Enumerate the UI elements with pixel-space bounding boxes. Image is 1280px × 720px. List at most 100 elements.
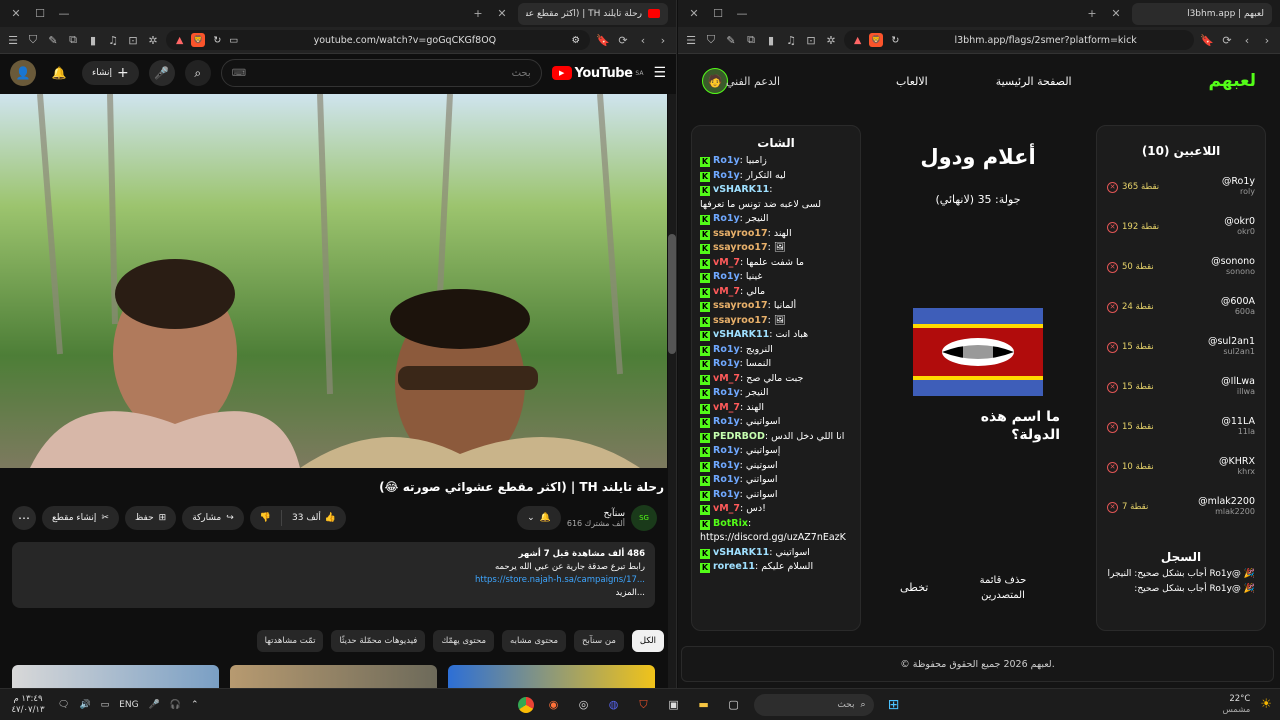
site-logo[interactable]: لعبهم (1209, 71, 1256, 91)
back-icon[interactable]: ‹ (1240, 34, 1254, 47)
brave-shield-icon[interactable]: 🦁 (869, 33, 884, 47)
puzzle-icon[interactable]: ⧉ (66, 33, 80, 47)
chat-username[interactable]: Ro1y (713, 387, 740, 398)
nav-games[interactable]: الالعاب (896, 75, 928, 88)
new-tab-icon[interactable]: + (470, 7, 486, 20)
taskbar-search[interactable]: بحث ⌕ (753, 693, 874, 716)
chat-username[interactable]: Ro1y (713, 344, 740, 355)
chat-username[interactable]: vSHARK11 (713, 329, 769, 340)
chat-username[interactable]: Ro1y (713, 460, 740, 471)
shield-icon[interactable]: ⛉ (704, 33, 718, 47)
mic-tray-icon[interactable]: 🎤 (149, 700, 160, 710)
chat-username[interactable]: vM_7 (713, 402, 740, 413)
chat-username[interactable]: ssayroo17 (713, 228, 768, 239)
channel-info[interactable]: سنآبح 616 ألف مشترك (567, 509, 625, 528)
share-button[interactable]: مشاركة ↪ (182, 506, 244, 530)
clock[interactable]: ١٣:٤٩ م ٤٧/٠٧/١٣ (8, 694, 48, 716)
close-window-icon[interactable]: ✕ (686, 7, 702, 20)
windows-start-icon[interactable]: ⊞ (884, 695, 904, 715)
tab-youtube[interactable]: رحلة تايلند TH | (اكثر مقطع عشوائي صورته (518, 2, 668, 25)
chrome-icon[interactable] (517, 696, 534, 713)
dislike-icon[interactable]: 👎 (250, 513, 281, 523)
sidebar-icon[interactable]: ▮ (86, 34, 100, 47)
discord-icon[interactable]: ◍ (604, 695, 624, 715)
close-tab-icon[interactable]: ✕ (1108, 7, 1124, 20)
show-more[interactable]: ...المزيد (22, 587, 646, 600)
volume-icon[interactable]: 🔊 (79, 700, 90, 710)
chat-username[interactable]: Ro1y (713, 416, 740, 427)
remove-player-icon[interactable]: ✕ (1107, 342, 1118, 353)
chat-username[interactable]: ssayroo17 (713, 242, 768, 253)
extensions-icon[interactable]: ✲ (146, 34, 160, 47)
network-icon[interactable]: ▭ (101, 700, 110, 710)
reload-icon[interactable]: ↻ (213, 35, 221, 46)
more-actions-icon[interactable]: ⋯ (12, 506, 36, 530)
weather-widget[interactable]: 22°C مشمس (1222, 694, 1250, 716)
reload-icon[interactable]: ↻ (891, 35, 899, 46)
notification-center-icon[interactable]: 🗨 (58, 700, 69, 710)
remove-player-icon[interactable]: ✕ (1107, 182, 1118, 193)
forward-icon[interactable]: › (1260, 34, 1274, 47)
user-avatar[interactable]: 🧑 (702, 68, 728, 94)
refresh-icon[interactable]: ⟳ (616, 34, 630, 47)
back-icon[interactable]: ‹ (636, 34, 650, 47)
chat-username[interactable]: ssayroo17 (713, 300, 768, 311)
youtube-logo[interactable]: ▶ YouTube SA (551, 66, 643, 81)
headset-icon[interactable]: 🎧 (170, 700, 181, 710)
maximize-window-icon[interactable]: ☐ (32, 7, 48, 20)
donation-link[interactable]: https://store.najah-h.sa/campaigns/17... (22, 574, 645, 587)
close-tab-icon[interactable]: ✕ (494, 7, 510, 20)
bookmark-icon[interactable]: 🔖 (1200, 34, 1214, 47)
chat-username[interactable]: BotRix (713, 518, 748, 529)
puzzle-icon[interactable]: ⧉ (744, 33, 758, 47)
description-box[interactable]: 486 ألف مشاهدة قبل 7 أشهر رابط تبرع صدقة… (12, 542, 655, 608)
save-button[interactable]: حفظ ⊞ (124, 506, 177, 530)
chat-username[interactable]: vSHARK11 (713, 184, 769, 195)
chat-username[interactable]: Ro1y (713, 489, 740, 500)
screenshot-icon[interactable]: ⊡ (804, 34, 818, 47)
chat-username[interactable]: vM_7 (713, 373, 740, 384)
remove-player-icon[interactable]: ✕ (1107, 222, 1118, 233)
window-icon[interactable]: ▢ (724, 695, 744, 715)
shield-icon[interactable]: ⛉ (26, 33, 40, 47)
new-tab-icon[interactable]: + (1084, 7, 1100, 20)
chat-username[interactable]: vSHARK11 (713, 547, 769, 558)
sidebar-icon[interactable]: ▮ (764, 34, 778, 47)
chat-username[interactable]: vM_7 (713, 286, 740, 297)
bookmark-icon[interactable]: 🔖 (596, 34, 610, 47)
chat-username[interactable]: PEDRBOD (713, 431, 765, 442)
close-window-icon[interactable]: ✕ (8, 7, 24, 20)
remove-player-icon[interactable]: ✕ (1107, 502, 1118, 513)
nav-support[interactable]: الدعم الفني (726, 75, 786, 88)
chat-username[interactable]: Ro1y (713, 445, 740, 456)
subscribe-button[interactable]: ⌄ 🔔 (517, 506, 561, 530)
notifications-icon[interactable]: 🔔 (46, 60, 72, 86)
remove-player-icon[interactable]: ✕ (1107, 302, 1118, 313)
music-icon[interactable]: ♫ (784, 34, 798, 47)
chip-from-channel[interactable]: من سنآبح (574, 630, 624, 652)
nav-home[interactable]: الصفحة الرئيسية (996, 75, 1072, 88)
scrollbar[interactable] (668, 94, 676, 688)
chat-username[interactable]: ssayroo17 (713, 315, 768, 326)
url-field[interactable]: ▲ 🦁 ↻ l3bhm.app/flags/2smer?platform=kic… (844, 30, 1194, 50)
delete-leaderboard-button[interactable]: حذف قائمة المتصدرين (963, 573, 1043, 603)
remove-player-icon[interactable]: ✕ (1107, 462, 1118, 473)
chat-username[interactable]: Ro1y (713, 155, 740, 166)
chip-all[interactable]: الكل (631, 630, 664, 652)
minimize-window-icon[interactable]: — (56, 7, 72, 20)
forward-icon[interactable]: › (656, 34, 670, 47)
url-field[interactable]: ▲ 🦁 ↻ ▭ youtube.com/watch?v=goGqCKGf8OQ … (166, 30, 590, 50)
refresh-icon[interactable]: ⟳ (1220, 34, 1234, 47)
chat-username[interactable]: roree11 (713, 561, 755, 572)
brave-icon[interactable]: ⛉ (634, 695, 654, 715)
chat-username[interactable]: Ro1y (713, 170, 740, 181)
brave-shield-icon[interactable]: 🦁 (191, 33, 206, 47)
clip-button[interactable]: إنشاء مقطع ✂ (42, 506, 119, 530)
firefox-icon[interactable]: ◉ (544, 695, 564, 715)
skip-button[interactable]: تخطى (900, 581, 928, 594)
obs-icon[interactable]: ◎ (574, 695, 594, 715)
minimize-window-icon[interactable]: — (734, 7, 750, 20)
chat-username[interactable]: vM_7 (713, 503, 740, 514)
chip-watched[interactable]: تمّت مشاهدتها (256, 630, 324, 652)
video-player[interactable] (0, 94, 667, 468)
